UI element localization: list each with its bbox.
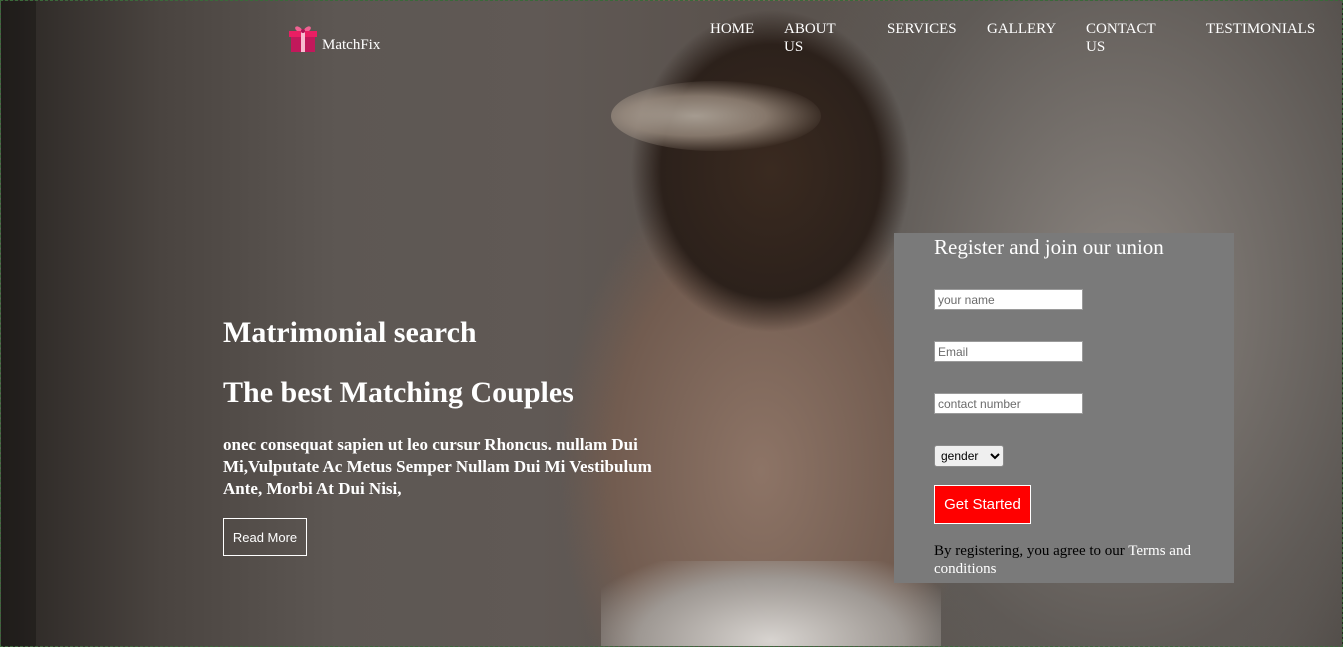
dress-decoration <box>601 561 941 646</box>
curtain-shade-left <box>1 1 36 646</box>
contact-number-input[interactable] <box>934 393 1083 414</box>
hair-flowers-decoration <box>611 81 821 151</box>
name-input[interactable] <box>934 289 1083 310</box>
hero-description: onec consequat sapien ut leo cursur Rhon… <box>223 435 652 498</box>
nav-contact-us[interactable]: CONTACT US <box>1086 20 1156 56</box>
nav-contact-line2: US <box>1086 39 1106 55</box>
nav-about-line2: US <box>784 39 804 55</box>
nav-testimonials[interactable]: TESTIMONIALS <box>1206 20 1315 38</box>
nav-home[interactable]: HOME <box>710 20 754 38</box>
nav-contact-line1: CONTACT <box>1086 21 1156 37</box>
register-panel: Register and join our union gender Get S… <box>894 233 1234 583</box>
hero-heading: Matrimonial search <box>223 316 477 349</box>
nav-gallery[interactable]: GALLERY <box>987 20 1056 38</box>
gender-select[interactable]: gender <box>934 445 1004 467</box>
brand-name: MatchFix <box>322 37 381 53</box>
terms-text: By registering, you agree to our Terms a… <box>934 542 1224 578</box>
nav-about-us[interactable]: ABOUT US <box>784 20 836 56</box>
get-started-button[interactable]: Get Started <box>934 485 1031 524</box>
email-input[interactable] <box>934 341 1083 362</box>
nav-about-line1: ABOUT <box>784 21 836 37</box>
gift-icon <box>289 26 317 52</box>
read-more-button[interactable]: Read More <box>223 518 307 556</box>
register-title: Register and join our union <box>934 235 1164 259</box>
brand-logo[interactable]: MatchFix <box>287 22 380 54</box>
nav-services[interactable]: SERVICES <box>887 20 957 38</box>
hero-subheading: The best Matching Couples <box>223 376 574 409</box>
terms-prefix: By registering, you agree to our <box>934 543 1129 559</box>
navbar: MatchFix HOME ABOUT US SERVICES GALLERY … <box>0 0 1343 60</box>
